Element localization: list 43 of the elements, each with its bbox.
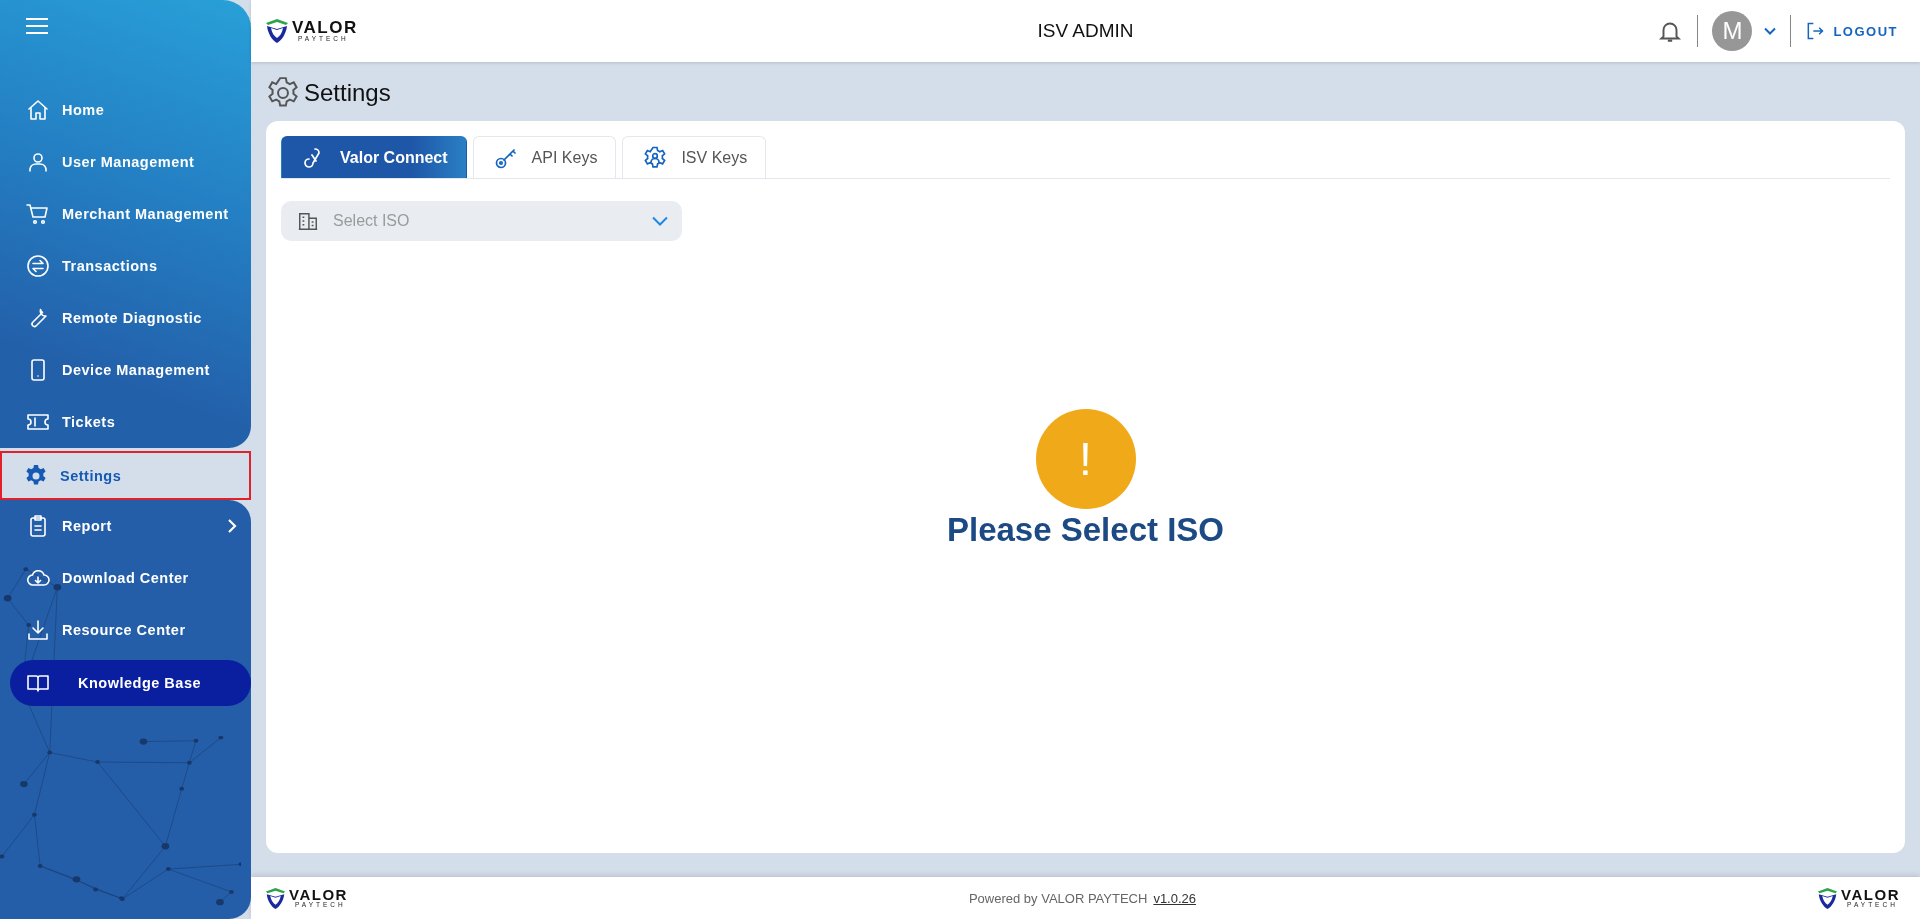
sidebar-item[interactable]: Resource Center <box>0 604 251 656</box>
sidebar-item[interactable]: Settings <box>0 451 251 500</box>
sidebar-item[interactable]: User Management <box>0 136 251 188</box>
warning-icon: ! <box>1035 409 1136 509</box>
menu-icon[interactable] <box>26 18 48 34</box>
iso-select[interactable]: Select ISO <box>281 201 682 241</box>
sidebar-item[interactable]: Report <box>0 500 251 552</box>
settings-icon <box>266 76 300 110</box>
swap-icon <box>26 254 50 278</box>
logout-button[interactable]: LOGOUT <box>1805 21 1898 41</box>
empty-state-message: Please Select ISO <box>947 511 1224 549</box>
footer-text: Powered by VALOR PAYTECH <box>968 890 1148 906</box>
logo-wordmark: VALOR <box>289 887 348 903</box>
sidebar-item[interactable]: Remote Diagnostic <box>0 292 251 344</box>
page-title: Settings <box>304 79 391 107</box>
user-icon <box>26 150 50 174</box>
version-link[interactable]: v1.0.26 <box>1153 890 1197 906</box>
app-title: ISV ADMIN <box>1036 20 1135 42</box>
caret-icon[interactable] <box>1764 27 1777 35</box>
shield-icon <box>265 886 286 910</box>
sidebar-item[interactable]: Device Management <box>0 344 251 396</box>
chevron-right-icon <box>227 518 237 534</box>
caret-icon <box>652 216 668 226</box>
cart-icon <box>26 202 50 226</box>
download-icon <box>26 618 50 642</box>
gear-user-icon <box>643 145 668 170</box>
tab[interactable]: ISV Keys <box>622 136 767 178</box>
sidebar-item[interactable]: Knowledge Base <box>10 660 251 706</box>
sidebar-item[interactable]: Download Center <box>0 552 251 604</box>
shield-icon <box>1817 886 1839 910</box>
logo-wordmark: VALOR <box>292 19 358 37</box>
sidebar-item[interactable]: Tickets <box>0 396 251 448</box>
select-input[interactable]: Select ISO <box>331 211 640 231</box>
sidebar-item[interactable]: Transactions <box>0 240 251 292</box>
building-icon <box>297 210 319 232</box>
sidebar-item[interactable]: Home <box>0 84 251 136</box>
shield-icon <box>265 18 289 44</box>
sidebar-item[interactable]: Merchant Management <box>0 188 251 240</box>
tab[interactable]: API Keys <box>472 136 617 178</box>
tab[interactable]: Valor Connect <box>281 136 467 178</box>
home-icon <box>26 98 50 122</box>
logo-wordmark: VALOR <box>1841 887 1900 903</box>
logout-icon <box>1805 21 1826 41</box>
